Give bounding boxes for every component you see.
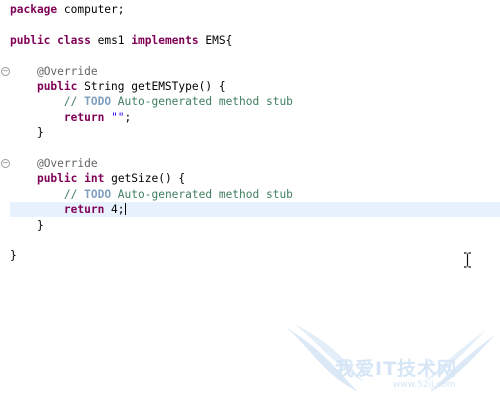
code-line[interactable]: } — [10, 218, 500, 233]
code-line[interactable]: } — [10, 248, 500, 263]
code-line[interactable]: public String getEMSType() { — [10, 79, 500, 94]
code-line[interactable]: public int getSize() { — [10, 171, 500, 186]
keyword-token: return — [63, 203, 105, 216]
code-line[interactable] — [10, 17, 500, 32]
code-line[interactable]: package computer; — [10, 2, 500, 17]
editor-gutter[interactable]: − − — [0, 0, 10, 400]
text-ibeam-icon — [464, 252, 471, 268]
code-line[interactable] — [10, 233, 500, 248]
watermark-text: 我爱IT技术网 — [335, 358, 458, 380]
keyword-token: public — [10, 34, 51, 47]
comment-token: Auto-generated method stub — [111, 95, 293, 108]
code-token: computer; — [57, 3, 125, 16]
code-token: } — [10, 249, 17, 262]
minus-circle-icon[interactable]: − — [1, 159, 10, 168]
code-line[interactable]: @Override — [10, 64, 500, 79]
annotation-token: @Override — [36, 65, 98, 78]
code-token: ems1 — [90, 34, 132, 47]
code-line[interactable]: @Override — [10, 156, 500, 171]
keyword-token: package — [10, 3, 58, 16]
comment-token: // — [63, 188, 85, 201]
minus-circle-icon[interactable]: − — [1, 67, 10, 76]
code-token: } — [10, 219, 44, 232]
code-line[interactable]: // TODO Auto-generated method stub — [10, 94, 500, 109]
code-line[interactable] — [10, 48, 500, 63]
code-token: String getEMSType() { — [77, 80, 226, 93]
keyword-token: int — [84, 172, 105, 185]
code-line[interactable]: // TODO Auto-generated method stub — [10, 187, 500, 202]
code-token: ; — [124, 111, 132, 124]
current-code-line[interactable]: return 4; — [10, 202, 500, 217]
keyword-token: implements — [131, 34, 199, 47]
comment-token: // — [63, 95, 85, 108]
todo-token: TODO — [84, 95, 112, 108]
text-caret — [124, 203, 126, 215]
code-token: ; — [117, 203, 125, 216]
comment-token: Auto-generated method stub — [111, 188, 293, 201]
code-line[interactable]: public class ems1 implements EMS{ — [10, 33, 500, 48]
code-token: 4 — [104, 203, 118, 216]
keyword-token: public — [36, 172, 78, 185]
annotation-token: @Override — [36, 157, 98, 170]
code-token: } — [10, 126, 44, 139]
code-line[interactable] — [10, 141, 500, 156]
todo-token: TODO — [84, 188, 112, 201]
code-token: getSize() { — [104, 172, 186, 185]
code-token: EMS{ — [198, 34, 233, 47]
string-token: "" — [111, 111, 125, 124]
code-line[interactable]: } — [10, 125, 500, 140]
watermark-url: www.52ij.com — [393, 380, 456, 390]
keyword-token: public — [36, 80, 78, 93]
keyword-token: return — [63, 111, 105, 124]
keyword-token: class — [57, 34, 91, 47]
code-line[interactable]: return ""; — [10, 110, 500, 125]
